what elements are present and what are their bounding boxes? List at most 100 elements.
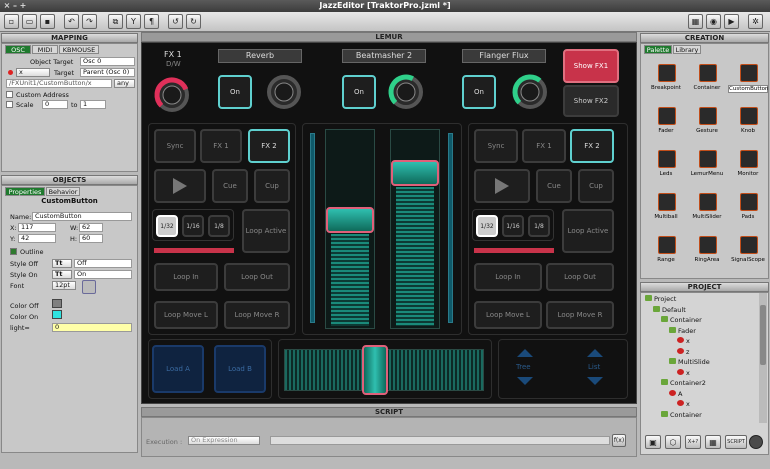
tab-midi[interactable]: MIDI xyxy=(32,45,58,54)
osc-path-field[interactable]: /FXUnit1/CustomButton/x xyxy=(6,79,112,88)
project-tree-item[interactable]: x xyxy=(677,337,690,345)
palette-container-icon[interactable] xyxy=(699,64,717,82)
h-field[interactable]: 60 xyxy=(79,234,103,243)
fader-2-handle[interactable] xyxy=(391,160,439,187)
project-script-button[interactable]: SCRIPT xyxy=(725,435,747,449)
scale-checkbox[interactable] xyxy=(6,101,13,108)
load-a-button[interactable]: Load A xyxy=(152,345,204,393)
palette-monitor-icon[interactable] xyxy=(740,150,758,168)
tree-up-icon[interactable] xyxy=(517,349,533,357)
project-module-icon[interactable]: ⬡ xyxy=(665,435,681,449)
tab-palette[interactable]: Palette xyxy=(644,45,672,54)
right-loop-move-l-button[interactable]: Loop Move L xyxy=(474,301,542,329)
left-cue-button[interactable]: Cue xyxy=(212,169,248,203)
left-fx1-button[interactable]: FX 1 xyxy=(200,129,242,163)
style-off-field[interactable]: Off xyxy=(74,259,132,268)
script-expression-field[interactable] xyxy=(270,436,610,445)
right-fx2-button[interactable]: FX 2 xyxy=(570,129,614,163)
palette-custombutton-icon[interactable] xyxy=(740,64,758,82)
color-off-swatch[interactable] xyxy=(52,299,62,308)
scale-from-field[interactable]: 0 xyxy=(42,100,68,109)
new-file-icon[interactable]: ▫ xyxy=(4,14,19,29)
fx-knob-2[interactable] xyxy=(267,75,301,109)
style-on-field[interactable]: On xyxy=(74,270,132,279)
rotate-right-icon[interactable]: ↻ xyxy=(186,14,201,29)
load-b-button[interactable]: Load B xyxy=(214,345,266,393)
project-tree-item[interactable]: x xyxy=(677,368,690,377)
right-cue-button[interactable]: Cue xyxy=(536,169,572,203)
right-loop-1-8[interactable]: 1/8 xyxy=(528,215,550,237)
left-loop-1-32[interactable]: 1/32 xyxy=(156,215,178,237)
palette-lemurmenu-icon[interactable] xyxy=(699,150,717,168)
left-loop-1-16[interactable]: 1/16 xyxy=(182,215,204,237)
project-tree-item[interactable]: Container2 xyxy=(661,379,706,387)
project-scroll-thumb[interactable] xyxy=(760,305,766,365)
font-size-dropdown[interactable]: 12pt xyxy=(52,281,76,290)
left-loop-in-button[interactable]: Loop In xyxy=(154,263,218,291)
left-loop-move-l-button[interactable]: Loop Move L xyxy=(154,301,218,329)
variable-dropdown[interactable]: x xyxy=(16,68,50,77)
outline-checkbox[interactable] xyxy=(10,248,17,255)
project-tree-item[interactable]: Container xyxy=(661,410,702,419)
paste-icon[interactable]: ¶ xyxy=(144,14,159,29)
connect-icon[interactable]: ◉ xyxy=(706,14,721,29)
palette-breakpoint-icon[interactable] xyxy=(658,64,676,82)
tab-library[interactable]: Library xyxy=(673,45,701,54)
device-icon[interactable]: ▦ xyxy=(688,14,703,29)
window-close-icon[interactable]: × xyxy=(3,2,11,10)
right-fx1-button[interactable]: FX 1 xyxy=(522,129,566,163)
target-field[interactable]: Parent (Osc 0) xyxy=(80,68,135,77)
style-on-font-dropdown[interactable]: Tt xyxy=(52,270,72,279)
project-device-icon[interactable]: ▦ xyxy=(705,435,721,449)
project-tree-item[interactable]: Fader xyxy=(669,326,696,335)
window-minimize-icon[interactable]: – xyxy=(11,2,19,10)
right-loop-active-button[interactable]: Loop Active xyxy=(562,209,614,253)
color-on-swatch[interactable] xyxy=(52,310,62,319)
palette-multislider-icon[interactable] xyxy=(699,193,717,211)
beatmasher-on-button[interactable]: On xyxy=(342,75,376,109)
open-folder-icon[interactable]: ▭ xyxy=(22,14,37,29)
reverb-on-button[interactable]: On xyxy=(218,75,252,109)
palette-gesture-icon[interactable] xyxy=(699,107,717,125)
list-up-icon[interactable] xyxy=(587,349,603,357)
style-off-font-dropdown[interactable]: Tt xyxy=(52,259,72,268)
palette-pads-icon[interactable] xyxy=(740,193,758,211)
show-fx2-button[interactable]: Show FX2 xyxy=(563,85,619,117)
right-loop-1-16[interactable]: 1/16 xyxy=(502,215,524,237)
left-loop-active-button[interactable]: Loop Active xyxy=(242,209,290,253)
crossfader-handle[interactable] xyxy=(362,345,389,395)
save-icon[interactable]: ▪ xyxy=(40,14,55,29)
left-loop-1-8[interactable]: 1/8 xyxy=(208,215,230,237)
project-tree-item[interactable]: Default xyxy=(653,305,686,314)
left-play-button[interactable] xyxy=(154,169,206,203)
custom-address-checkbox[interactable] xyxy=(6,91,13,98)
project-tree-item[interactable]: Container xyxy=(661,316,702,324)
redo-icon[interactable]: ↷ xyxy=(82,14,97,29)
right-cup-button[interactable]: Cup xyxy=(578,169,614,203)
project-add-icon[interactable]: ▣ xyxy=(645,435,661,449)
right-loop-in-button[interactable]: Loop In xyxy=(474,263,542,291)
cut-icon[interactable]: Y xyxy=(126,14,141,29)
right-sync-button[interactable]: Sync xyxy=(474,129,518,163)
flanger-on-button[interactable]: On xyxy=(462,75,496,109)
copy-icon[interactable]: ⧉ xyxy=(108,14,123,29)
project-scrollbar[interactable] xyxy=(759,293,767,423)
right-play-button[interactable] xyxy=(474,169,530,203)
object-target-field[interactable]: Osc 0 xyxy=(80,57,135,66)
left-cup-button[interactable]: Cup xyxy=(254,169,290,203)
fx-knob-4[interactable] xyxy=(512,74,547,109)
show-fx1-button[interactable]: Show FX1 xyxy=(563,49,619,83)
execution-dropdown[interactable]: On Expression xyxy=(188,436,260,445)
project-play-icon[interactable] xyxy=(749,435,763,449)
project-tree-item[interactable]: x xyxy=(677,400,690,408)
palette-fader-icon[interactable] xyxy=(658,107,676,125)
rotate-left-icon[interactable]: ↺ xyxy=(168,14,183,29)
palette-ringarea-icon[interactable] xyxy=(699,236,717,254)
window-maximize-icon[interactable]: + xyxy=(19,2,27,10)
palette-range-icon[interactable] xyxy=(658,236,676,254)
list-down-icon[interactable] xyxy=(587,377,603,385)
x-field[interactable]: 117 xyxy=(18,223,56,232)
w-field[interactable]: 62 xyxy=(79,223,103,232)
project-tree-item[interactable]: z xyxy=(677,347,689,356)
right-loop-out-button[interactable]: Loop Out xyxy=(546,263,614,291)
